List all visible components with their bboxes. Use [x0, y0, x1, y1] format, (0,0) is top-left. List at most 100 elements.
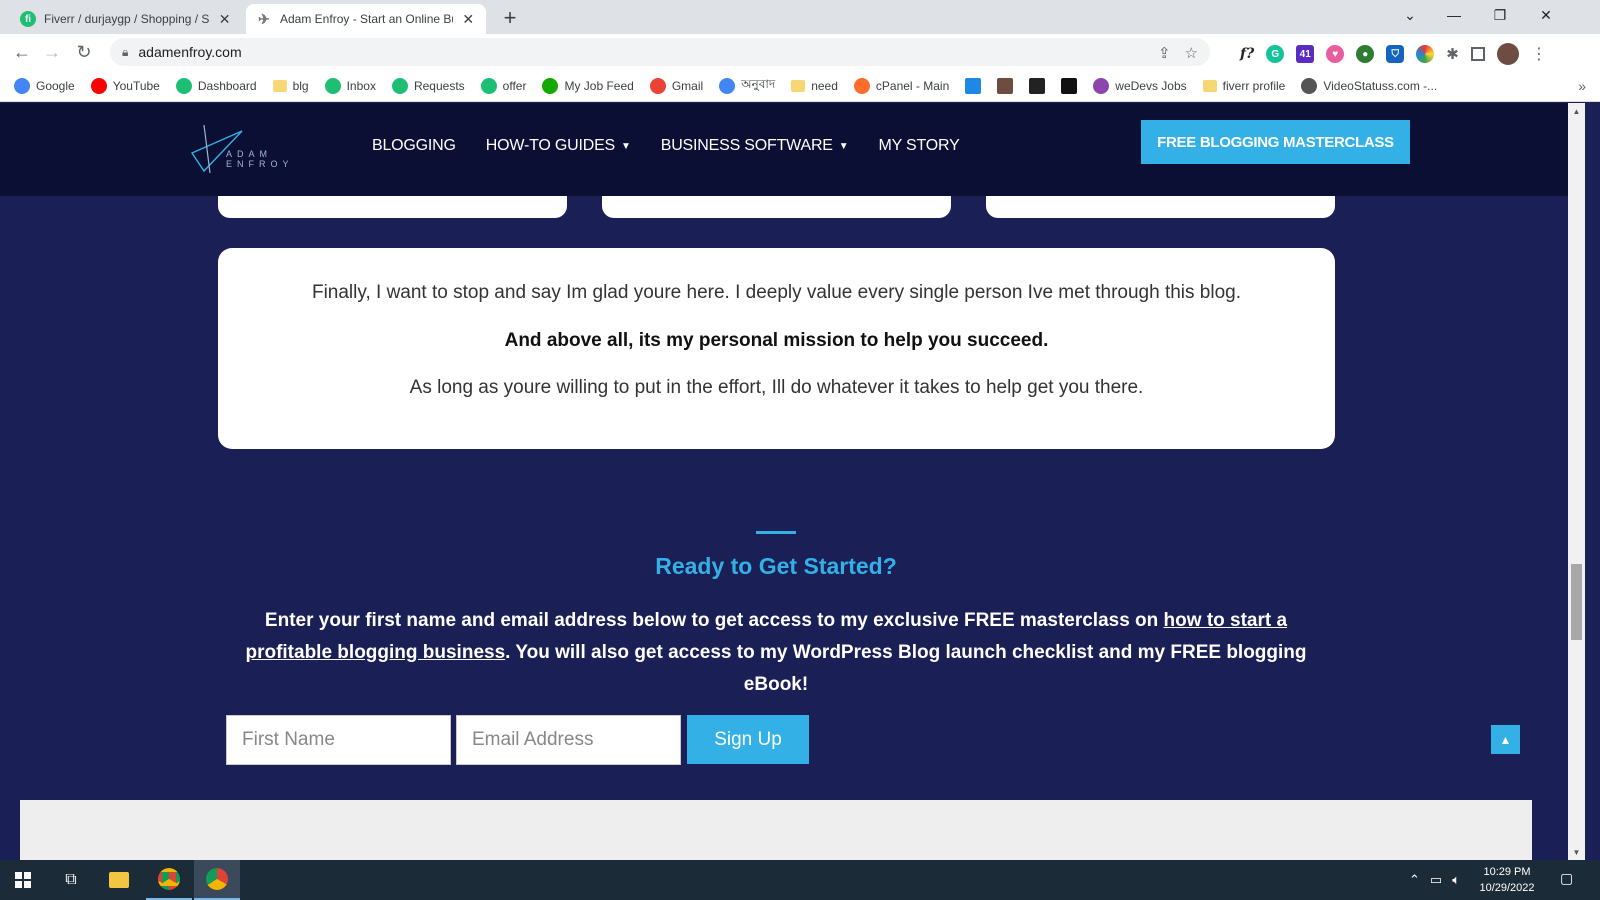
bookmark-label: weDevs Jobs	[1115, 78, 1187, 93]
scroll-up-icon[interactable]: ▲	[1568, 103, 1585, 119]
email-input[interactable]: Email Address	[456, 715, 681, 765]
bookmark-item[interactable]: Gmail	[649, 77, 703, 94]
globe-extension-icon[interactable]: ●	[1356, 45, 1375, 63]
bookmark-label: Inbox	[346, 78, 376, 93]
bookmark-item[interactable]: অনুবাদ	[719, 76, 775, 96]
feature-card	[218, 196, 567, 218]
tab-adam-enfroy[interactable]: ✈ Adam Enfroy - Start an Online Bu ✕	[246, 4, 486, 34]
windows-taskbar: ⧉ ⌃ ▭ 🔈︎ 10:29 PM 10/29/2022 ▢	[0, 860, 1600, 900]
bookmark-label: fiverr profile	[1222, 78, 1286, 93]
close-tab-icon[interactable]: ✕	[217, 11, 232, 28]
side-panel-icon[interactable]	[1470, 47, 1485, 61]
bookmark-item[interactable]: YouTube	[90, 77, 160, 94]
close-tab-icon[interactable]: ✕	[461, 11, 477, 28]
share-icon[interactable]: ⇪	[1158, 44, 1171, 62]
page-scrollbar[interactable]: ▲ ▼	[1568, 103, 1585, 860]
task-view-icon[interactable]: ⧉	[48, 860, 94, 900]
scroll-to-top-icon[interactable]: ▲	[1491, 725, 1520, 754]
bookmark-item[interactable]: offer	[480, 77, 526, 94]
signup-description: Enter your first name and email address …	[245, 610, 1307, 695]
adam-enfroy-icon: ✈	[258, 10, 270, 27]
network-icon[interactable]: ▭	[1430, 872, 1442, 888]
minimize-button[interactable]: —	[1432, 0, 1476, 30]
file-explorer-icon[interactable]	[96, 860, 142, 900]
fiverr-icon: fi	[20, 11, 36, 27]
first-name-input[interactable]: First Name	[226, 715, 451, 765]
scroll-down-icon[interactable]: ▼	[1568, 844, 1585, 860]
taskbar-clock[interactable]: 10:29 PM 10/29/2022	[1472, 864, 1542, 896]
profile-avatar[interactable]	[1496, 43, 1519, 65]
windows-start-icon[interactable]	[0, 860, 46, 900]
nav-business-software[interactable]: BUSINESS SOFTWARE ▼	[661, 137, 849, 155]
bookmark-item[interactable]	[1061, 77, 1078, 94]
menu-kebab-icon[interactable]: ⋮	[1531, 44, 1547, 64]
forward-icon[interactable]: →	[40, 40, 64, 64]
extension-badge-icon[interactable]: 41	[1296, 45, 1315, 63]
back-icon[interactable]: ←	[10, 40, 34, 64]
bookmarks-overflow-icon[interactable]: »	[1578, 78, 1586, 94]
new-tab-button[interactable]: +	[498, 5, 522, 31]
extensions-puzzle-icon[interactable]: ✱	[1446, 45, 1459, 63]
bookmark-item[interactable]: Inbox	[324, 77, 376, 94]
bookmark-item[interactable]	[1029, 77, 1046, 94]
notification-icon[interactable]: ▢	[1560, 870, 1580, 890]
scroll-thumb[interactable]	[1571, 564, 1582, 640]
browser-toolbar: ← → ↻ 🔒︎ adamenfroy.com ⇪ ☆ f? G 41 ♥ ● …	[0, 34, 1600, 70]
folder-icon	[272, 79, 287, 92]
color-picker-icon[interactable]	[1416, 45, 1435, 63]
tab-search-icon[interactable]: ⌄	[1388, 0, 1432, 30]
bookmark-item[interactable]: My Job Feed	[542, 77, 634, 94]
system-tray: ⌃ ▭ 🔈︎	[1409, 860, 1460, 900]
chrome-taskbar-icon[interactable]	[146, 860, 192, 900]
bookmark-item[interactable]: Requests	[391, 77, 465, 94]
bookmark-item[interactable]: fiverr profile	[1202, 78, 1286, 93]
restore-button[interactable]: ❐	[1478, 0, 1522, 30]
fiverr-icon	[324, 77, 341, 94]
wedevs-icon	[1093, 77, 1110, 94]
chevron-up-icon[interactable]: ⌃	[1409, 872, 1420, 888]
heart-extension-icon[interactable]: ♥	[1326, 45, 1345, 63]
gmail-icon	[649, 77, 666, 94]
shield-extension-icon[interactable]: ⛉	[1386, 45, 1405, 63]
reload-icon[interactable]: ↻	[72, 40, 96, 64]
feature-card	[602, 196, 951, 218]
message-card: Finally, I want to stop and say Im glad …	[218, 248, 1335, 449]
free-masterclass-button[interactable]: FREE BLOGGING MASTERCLASS	[1141, 120, 1410, 164]
bookmark-item[interactable]: Dashboard	[175, 77, 257, 94]
bookmark-item[interactable]: blg	[272, 79, 309, 93]
nav-how-to-guides[interactable]: HOW-TO GUIDES ▼	[486, 137, 631, 155]
tab-strip: fi Fiverr / durjaygp / Shopping / Sta ✕ …	[0, 0, 1600, 34]
bookmark-item[interactable]: need	[791, 79, 838, 93]
nav-blogging[interactable]: BLOGGING	[372, 137, 456, 155]
chrome-taskbar-icon[interactable]	[194, 860, 240, 900]
site-logo[interactable]: ADAM ENFROY	[190, 123, 310, 175]
address-bar[interactable]: 🔒︎ adamenfroy.com ⇪ ☆	[110, 38, 1210, 66]
volume-icon[interactable]: 🔈︎	[1452, 872, 1460, 888]
bookmark-item[interactable]: cPanel - Main	[853, 77, 949, 94]
tab-title: Fiverr / durjaygp / Shopping / Sta	[44, 12, 210, 26]
bookmark-star-icon[interactable]: ☆	[1185, 44, 1198, 62]
grammarly-icon[interactable]: G	[1266, 45, 1285, 63]
bookmark-item[interactable]	[997, 77, 1014, 94]
cpanel-icon	[853, 77, 870, 94]
page-viewport: ADAM ENFROY BLOGGING HOW-TO GUIDES ▼ BUS…	[0, 103, 1568, 860]
close-window-button[interactable]: ✕	[1524, 0, 1568, 30]
fonts-extension-icon[interactable]: f?	[1240, 46, 1254, 62]
sign-up-button[interactable]: Sign Up	[687, 715, 809, 764]
bookmark-item[interactable]	[965, 77, 982, 94]
bookmark-label: Google	[36, 78, 75, 93]
message-line: Finally, I want to stop and say Im glad …	[311, 282, 1242, 303]
bookmark-label: need	[811, 78, 838, 93]
bookmark-label: অনুবাদ	[741, 76, 776, 91]
folder-icon	[791, 79, 806, 92]
nav-my-story[interactable]: MY STORY	[878, 137, 959, 155]
bookmark-item[interactable]: Google	[14, 77, 75, 94]
bookmark-item[interactable]: VideoStatuss.com -...	[1301, 77, 1437, 94]
translate-icon	[719, 77, 736, 94]
feature-card	[986, 196, 1335, 218]
message-line: As long as youre willing to put in the e…	[409, 377, 1144, 398]
bookmark-icon-4	[1061, 77, 1078, 94]
logo-text: ADAM ENFROY	[226, 149, 294, 169]
bookmark-item[interactable]: weDevs Jobs	[1093, 77, 1187, 94]
tab-fiverr[interactable]: fi Fiverr / durjaygp / Shopping / Sta ✕	[10, 4, 242, 34]
